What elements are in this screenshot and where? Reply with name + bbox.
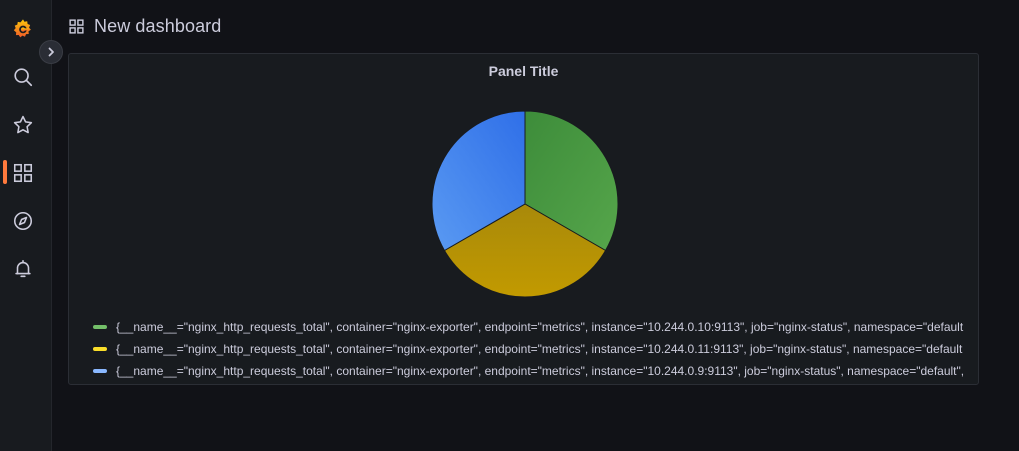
dashboard-grid-icon [68,18,85,35]
chevron-right-icon [48,47,54,57]
legend-item[interactable]: {__name__="nginx_http_requests_total", c… [93,338,978,360]
legend-swatch [93,325,107,329]
legend-label: {__name__="nginx_http_requests_total", c… [116,342,963,356]
pie-chart-svg [431,110,619,298]
legend-label: {__name__="nginx_http_requests_total", c… [116,364,965,378]
star-icon[interactable] [11,113,35,137]
legend-swatch [93,369,107,373]
pie-chart [431,110,619,303]
alerting-bell-icon[interactable] [11,257,35,281]
grafana-logo-icon[interactable] [11,17,35,41]
legend-swatch [93,347,107,351]
page-header: New dashboard [68,14,221,38]
panel-title[interactable]: Panel Title [69,63,978,79]
legend-item[interactable]: {__name__="nginx_http_requests_total", c… [93,360,978,382]
active-indicator [3,160,7,184]
dashboards-icon[interactable] [11,161,35,185]
legend-item[interactable]: {__name__="nginx_http_requests_total", c… [93,316,978,338]
sidebar [0,0,52,451]
search-icon[interactable] [11,65,35,89]
pie-chart-panel[interactable]: Panel Title {__name__="nginx_http_reques… [68,53,979,385]
sidebar-expand-button[interactable] [39,40,63,64]
explore-compass-icon[interactable] [11,209,35,233]
legend-label: {__name__="nginx_http_requests_total", c… [116,320,964,334]
page-title[interactable]: New dashboard [94,16,221,37]
legend: {__name__="nginx_http_requests_total", c… [93,316,978,382]
